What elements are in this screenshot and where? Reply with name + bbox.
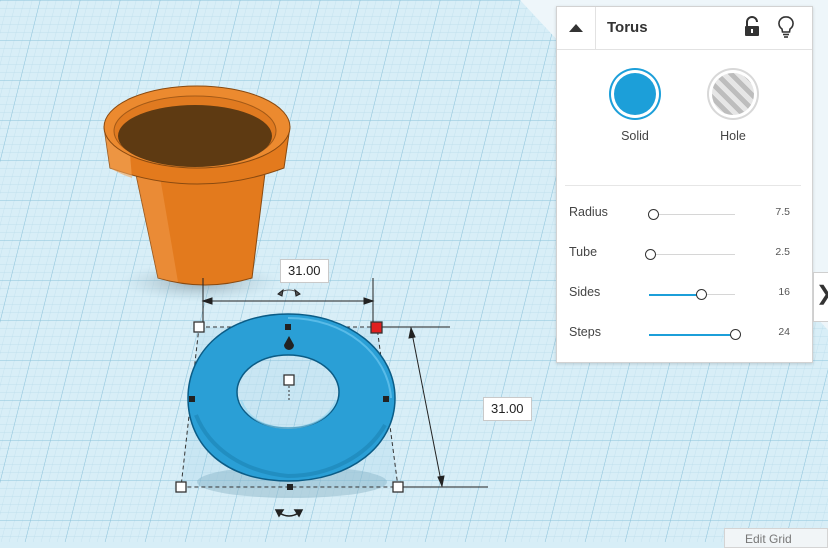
- param-slider-fill: [649, 293, 701, 296]
- panel-divider: [565, 185, 801, 186]
- param-value[interactable]: 2.5: [775, 246, 790, 258]
- solid-swatch-icon: [614, 73, 656, 115]
- param-row-radius: Radius 7.5: [557, 205, 812, 229]
- param-slider-track[interactable]: [649, 289, 735, 300]
- handle-corner-bottom-right: [392, 481, 404, 493]
- handle-edge-top: [285, 324, 291, 330]
- unlock-icon[interactable]: [743, 16, 761, 38]
- handle-corner-bottom-left: [175, 481, 187, 493]
- param-slider-track[interactable]: [648, 209, 735, 220]
- param-slider-fill: [649, 333, 735, 336]
- param-label: Tube: [569, 245, 598, 259]
- hole-swatch-icon: [712, 73, 754, 115]
- param-slider-knob[interactable]: [648, 209, 660, 220]
- param-value[interactable]: 7.5: [775, 206, 790, 218]
- param-value[interactable]: 24: [778, 326, 790, 338]
- param-slider-track[interactable]: [649, 329, 741, 340]
- param-label: Steps: [569, 325, 601, 339]
- hole-option[interactable]: Hole: [703, 73, 763, 143]
- edit-grid-button[interactable]: Edit Grid: [724, 528, 828, 548]
- shape-inspector-panel: Torus Solid Hole Radius 7.5 Tube 2.5 Sid…: [556, 6, 813, 363]
- hole-label: Hole: [720, 129, 746, 143]
- param-label: Sides: [569, 285, 601, 299]
- param-slider-track[interactable]: [644, 249, 735, 260]
- handle-edge-right: [383, 396, 389, 402]
- side-panel-toggle[interactable]: ❯: [813, 272, 828, 322]
- solid-label: Solid: [621, 129, 649, 143]
- dimension-width-label[interactable]: 31.00: [280, 259, 329, 283]
- inspector-header: Torus: [557, 7, 812, 50]
- handle-edge-bottom: [287, 484, 293, 490]
- lightbulb-icon[interactable]: [777, 15, 795, 39]
- param-row-sides: Sides 16: [557, 285, 812, 309]
- param-slider-knob[interactable]: [730, 329, 741, 340]
- param-slider-knob[interactable]: [695, 289, 707, 300]
- param-label: Radius: [569, 205, 608, 219]
- param-row-steps: Steps 24: [557, 325, 812, 349]
- dimension-depth-label[interactable]: 31.00: [483, 397, 532, 421]
- shape-name-title[interactable]: Torus: [607, 19, 648, 36]
- triangle-up-icon[interactable]: [557, 7, 596, 49]
- solid-option[interactable]: Solid: [605, 73, 665, 143]
- chevron-right-icon: ❯: [816, 284, 828, 304]
- param-slider-knob[interactable]: [644, 249, 656, 260]
- handle-edge-left: [189, 396, 195, 402]
- param-row-tube: Tube 2.5: [557, 245, 812, 269]
- handle-center: [283, 374, 295, 386]
- handle-corner-top-left: [193, 321, 205, 333]
- param-value[interactable]: 16: [778, 286, 790, 298]
- handle-corner-top-right: [370, 321, 383, 334]
